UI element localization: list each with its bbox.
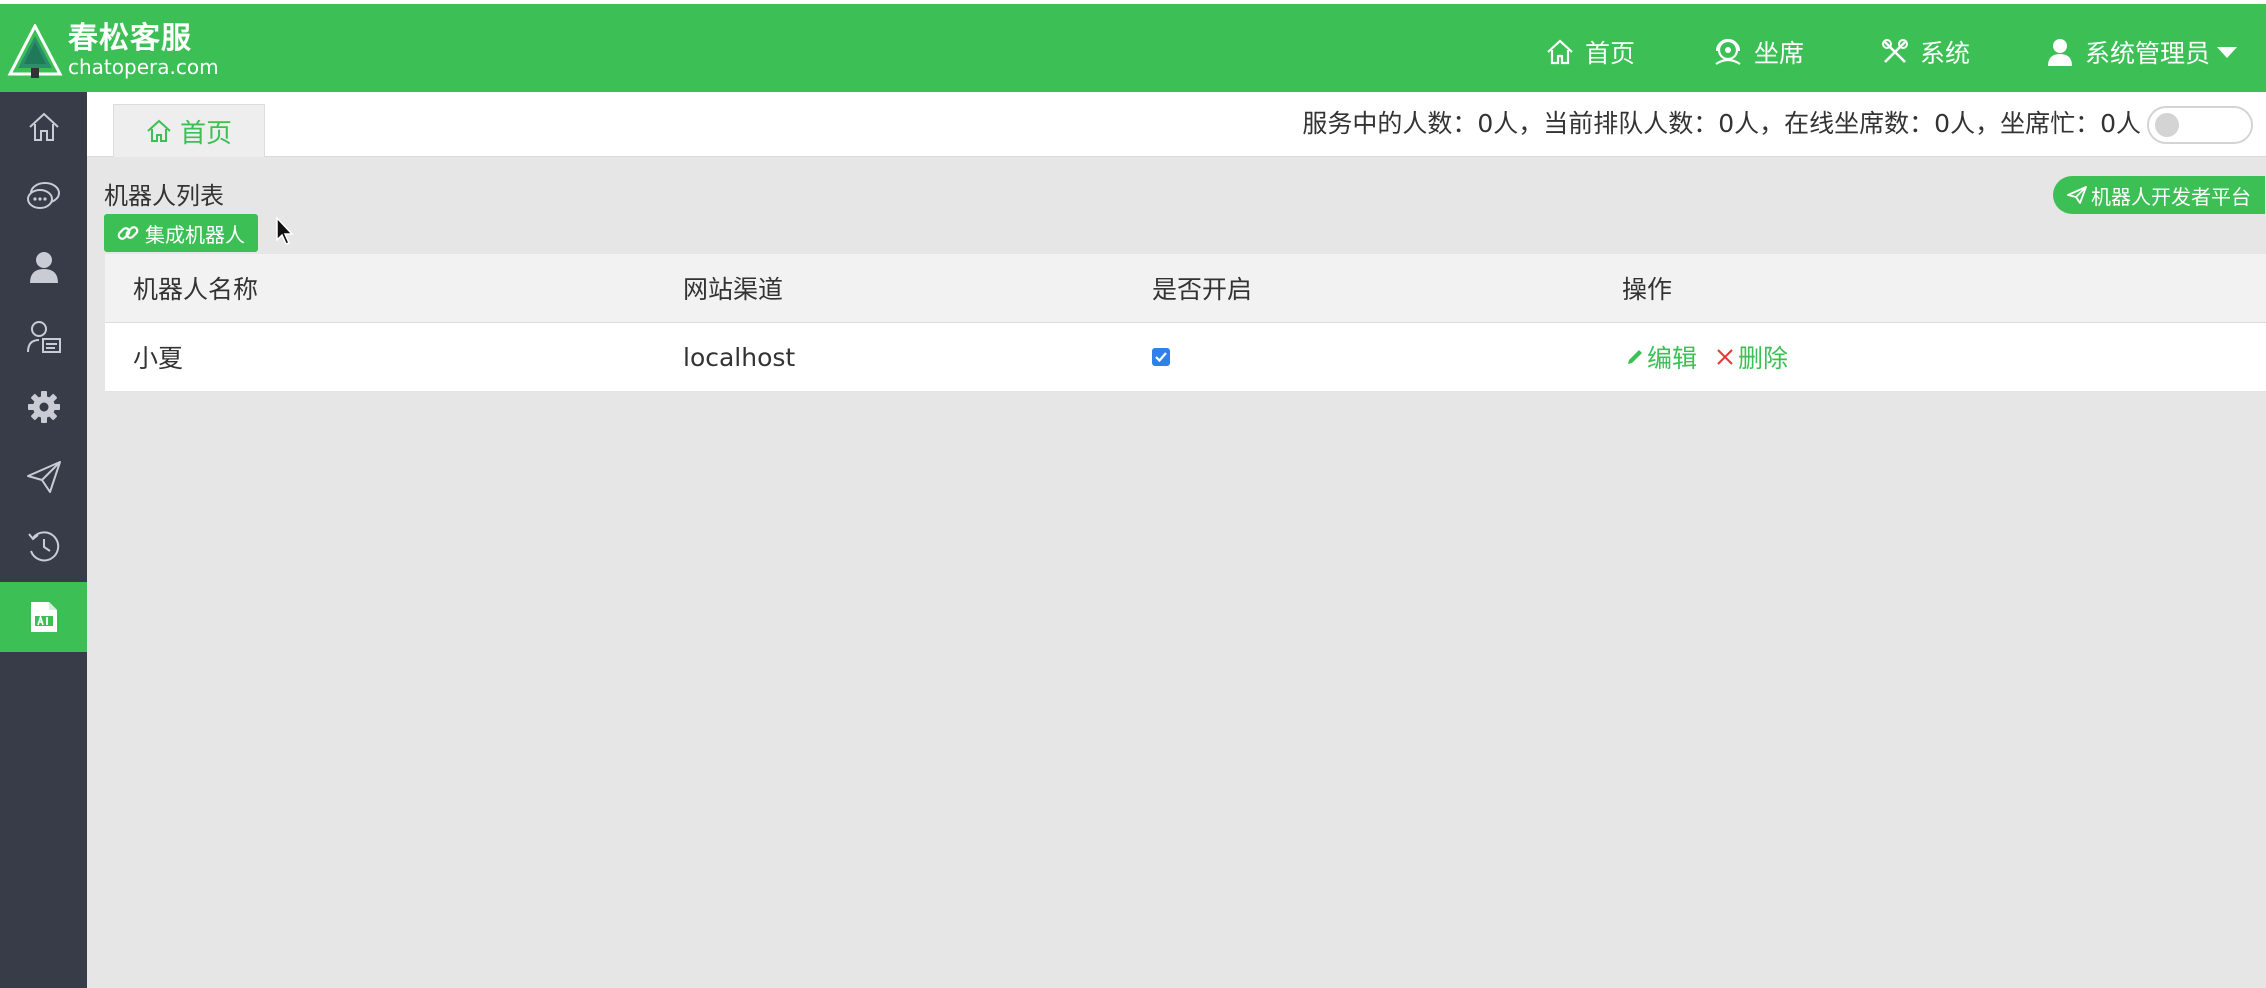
sidebar-item-history[interactable] — [0, 512, 87, 582]
column-header-enabled[interactable]: 是否开启 — [1152, 254, 1252, 322]
nav-seat-label: 坐席 — [1754, 39, 1805, 68]
user-name: 系统管理员 — [2085, 39, 2211, 68]
nav-system-label: 系统 — [1920, 39, 1971, 68]
main-content: 首页 服务中的人数：0人，当前排队人数：0人，在线坐席数：0人，坐席忙：0人 机… — [87, 92, 2266, 988]
home-icon — [1547, 39, 1573, 65]
sidebar-item-send[interactable] — [0, 442, 87, 512]
chat-bubble-icon — [26, 182, 60, 209]
gear-icon — [27, 391, 60, 423]
sidebar-item-contacts[interactable] — [0, 302, 87, 372]
sidebar-item-user[interactable] — [0, 232, 87, 302]
integrate-robot-label: 集成机器人 — [145, 222, 245, 247]
tab-home[interactable]: 首页 — [113, 104, 265, 157]
column-header-actions[interactable]: 操作 — [1622, 254, 1672, 322]
edit-button[interactable]: 编辑 — [1626, 339, 1697, 375]
home-icon — [147, 119, 171, 142]
nav-home[interactable]: 首页 — [1545, 32, 1635, 72]
user-icon — [29, 252, 58, 283]
tab-bar: 首页 服务中的人数：0人，当前排队人数：0人，在线坐席数：0人，坐席忙：0人 — [87, 92, 2266, 157]
robot-channel-cell: localhost — [683, 342, 796, 372]
agent-busy-toggle[interactable] — [2147, 106, 2253, 144]
nav-home-label: 首页 — [1585, 39, 1636, 68]
robot-table: 机器人名称 网站渠道 是否开启 操作 小夏 localhost 编辑 删除 — [105, 254, 2266, 392]
history-icon — [27, 531, 59, 562]
column-header-channel[interactable]: 网站渠道 — [683, 254, 783, 322]
robot-dev-platform-button[interactable]: 机器人开发者平台 — [2053, 176, 2265, 214]
column-header-name[interactable]: 机器人名称 — [133, 254, 258, 322]
contact-card-icon — [26, 321, 61, 353]
paper-plane-icon — [2067, 186, 2087, 204]
service-status: 服务中的人数：0人，当前排队人数：0人，在线坐席数：0人，坐席忙：0人 — [1302, 109, 2141, 138]
sidebar-item-ai-robot[interactable] — [0, 582, 87, 652]
mouse-cursor-icon — [276, 216, 294, 245]
robot-name-cell: 小夏 — [133, 344, 184, 373]
tools-icon — [1882, 39, 1908, 63]
table-row: 小夏 localhost 编辑 删除 — [105, 323, 2266, 392]
user-icon — [2048, 39, 2072, 66]
robot-dev-platform-label: 机器人开发者平台 — [2091, 184, 2251, 209]
tab-home-label: 首页 — [179, 118, 232, 149]
robot-actions-cell: 编辑 删除 — [1626, 323, 1806, 391]
delete-button[interactable]: 删除 — [1715, 339, 1788, 375]
sidebar-item-chat[interactable] — [0, 162, 87, 232]
toggle-knob — [2155, 113, 2179, 137]
robot-enabled-cell — [1152, 323, 1170, 391]
close-icon — [1717, 349, 1733, 365]
check-icon — [1155, 352, 1167, 363]
brand-logo[interactable]: 春松客服 chatopera.com — [6, 22, 226, 80]
sidebar-item-settings[interactable] — [0, 372, 87, 442]
delete-label: 删除 — [1738, 344, 1789, 373]
link-icon — [117, 226, 139, 240]
sidebar-item-home[interactable] — [0, 92, 87, 162]
home-icon — [28, 112, 59, 141]
headset-icon — [1715, 38, 1741, 65]
paper-plane-icon — [26, 461, 61, 493]
integrate-robot-button[interactable]: 集成机器人 — [104, 214, 258, 252]
caret-down-icon — [2217, 47, 2238, 58]
edit-label: 编辑 — [1647, 344, 1698, 373]
left-sidebar — [0, 92, 87, 988]
nav-system[interactable]: 系统 — [1880, 32, 1970, 72]
nav-seat[interactable]: 坐席 — [1712, 32, 1804, 72]
enabled-checkbox[interactable] — [1152, 348, 1170, 366]
ai-document-icon — [30, 602, 57, 632]
pencil-icon — [1628, 350, 1642, 364]
robot-list-title: 机器人列表 — [104, 182, 224, 210]
table-header: 机器人名称 网站渠道 是否开启 操作 — [105, 254, 2266, 323]
pine-tree-logo-icon — [7, 24, 63, 78]
brand-title: 春松客服 — [68, 21, 192, 56]
brand-subtitle: chatopera.com — [68, 55, 219, 79]
top-header: 春松客服 chatopera.com 首页 坐席 系统 系统管理员 — [0, 4, 2266, 92]
user-menu[interactable]: 系统管理员 — [2045, 32, 2238, 72]
